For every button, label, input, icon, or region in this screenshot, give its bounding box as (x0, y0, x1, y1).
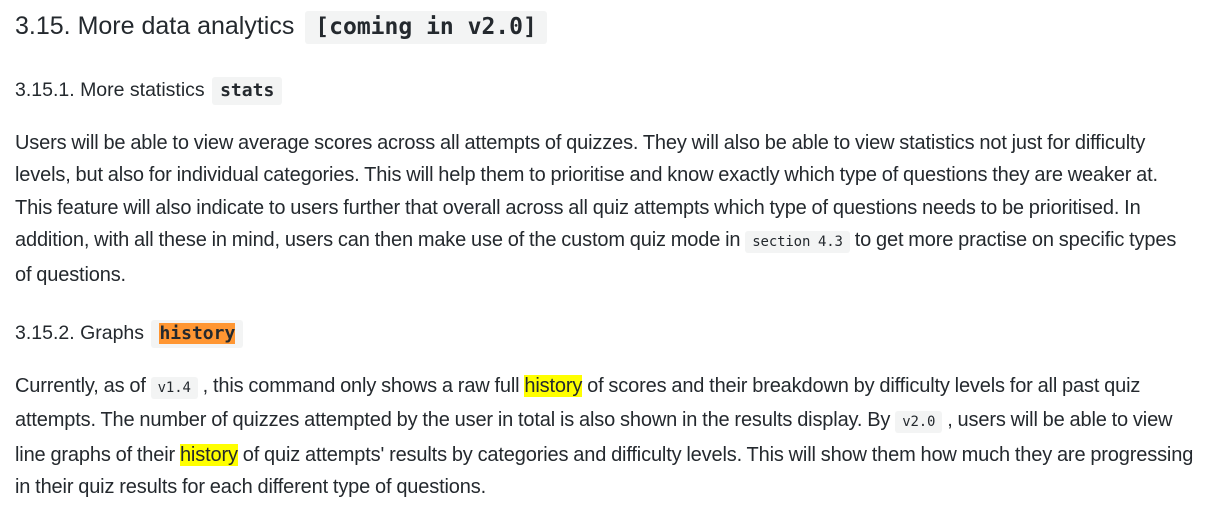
command-code-history: history (151, 320, 244, 348)
graphs-description-paragraph: Currently, as of v1.4 , this command onl… (15, 370, 1195, 504)
subsection-heading-graphs: 3.15.2. Graphs history (15, 316, 244, 351)
subsection-number: 3.15.2. (15, 322, 75, 344)
paragraph-text: , this command only shows a raw full (197, 375, 525, 397)
section-number: 3.15. (15, 12, 71, 40)
subsection-title-text: Graphs (80, 322, 145, 344)
search-match-highlight: history (179, 443, 238, 466)
section-title-text: More data analytics (77, 12, 295, 40)
section-heading: 3.15. More data analytics [coming in v2.… (15, 6, 547, 47)
current-search-match: history (159, 323, 236, 344)
inline-code-version: v2.0 (895, 411, 943, 434)
version-tag-code: [coming in v2.0] (305, 11, 547, 44)
subsection-title-text: More statistics (80, 79, 205, 101)
stats-description-paragraph: Users will be able to view average score… (15, 127, 1195, 291)
subsection-number: 3.15.1. (15, 79, 75, 101)
command-code-stats: stats (212, 77, 283, 105)
inline-code-section-ref: section 4.3 (745, 231, 850, 254)
subsection-heading-stats: 3.15.1. More statistics stats (15, 73, 283, 108)
inline-code-version: v1.4 (150, 377, 198, 399)
paragraph-text: Currently, as of (15, 375, 151, 397)
search-match-highlight: history (524, 375, 583, 397)
